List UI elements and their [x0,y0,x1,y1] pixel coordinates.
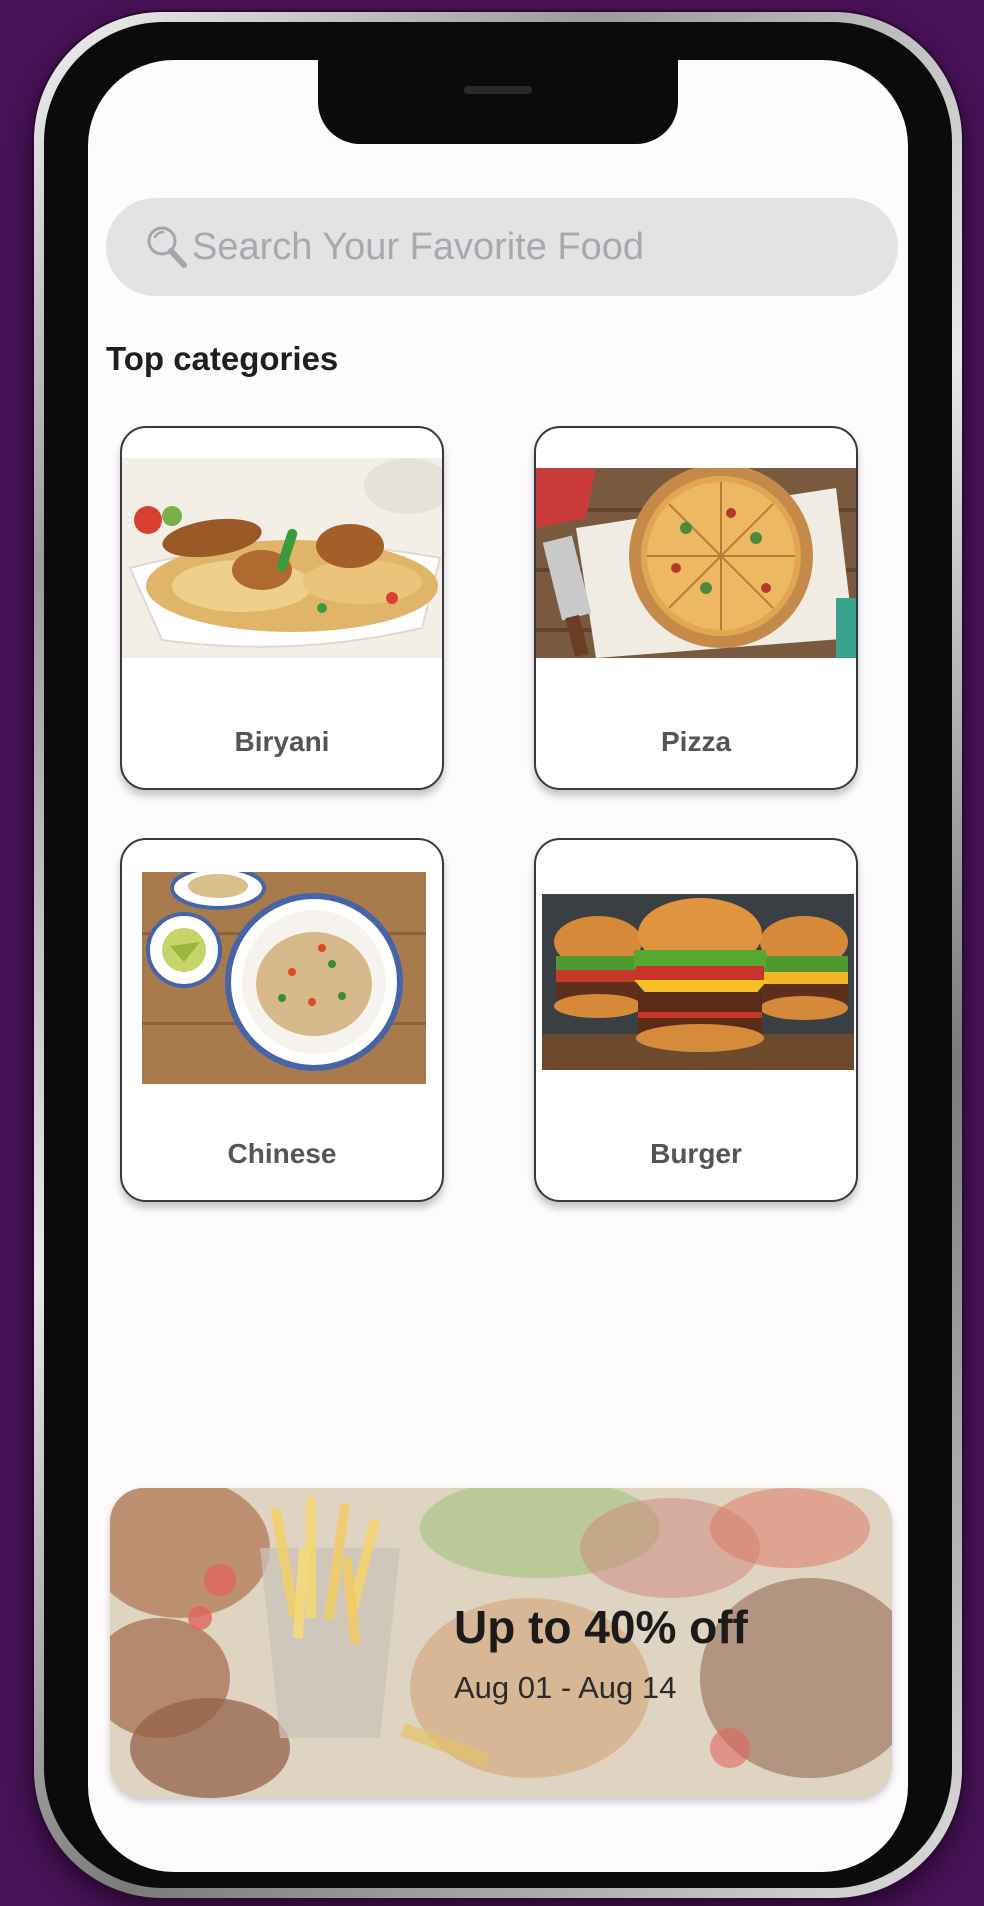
search-input[interactable] [192,225,872,269]
promo-banner[interactable]: Up to 40% off Aug 01 - Aug 14 [110,1488,892,1798]
biryani-image [122,458,442,658]
speaker-grille [464,86,532,94]
search-icon [147,226,187,268]
pizza-image [536,468,856,658]
category-card-pizza[interactable]: Pizza [534,426,858,790]
category-card-chinese[interactable]: Chinese [120,838,444,1202]
chinese-image [142,872,426,1084]
category-card-biryani[interactable]: Biryani [120,426,444,790]
phone-notch [318,60,678,144]
search-bar[interactable] [106,198,898,296]
app-screen: Top categories Biryani [88,60,908,1872]
promo-title: Up to 40% off [454,1601,748,1653]
category-label: Chinese [227,1138,337,1169]
category-card-burger[interactable]: Burger [534,838,858,1202]
burger-image [542,894,854,1070]
promo-dates: Aug 01 - Aug 14 [454,1670,677,1705]
category-label: Biryani [234,726,330,757]
section-title-top-categories: Top categories [106,340,339,377]
category-label: Pizza [660,726,732,757]
category-label: Burger [650,1138,742,1169]
